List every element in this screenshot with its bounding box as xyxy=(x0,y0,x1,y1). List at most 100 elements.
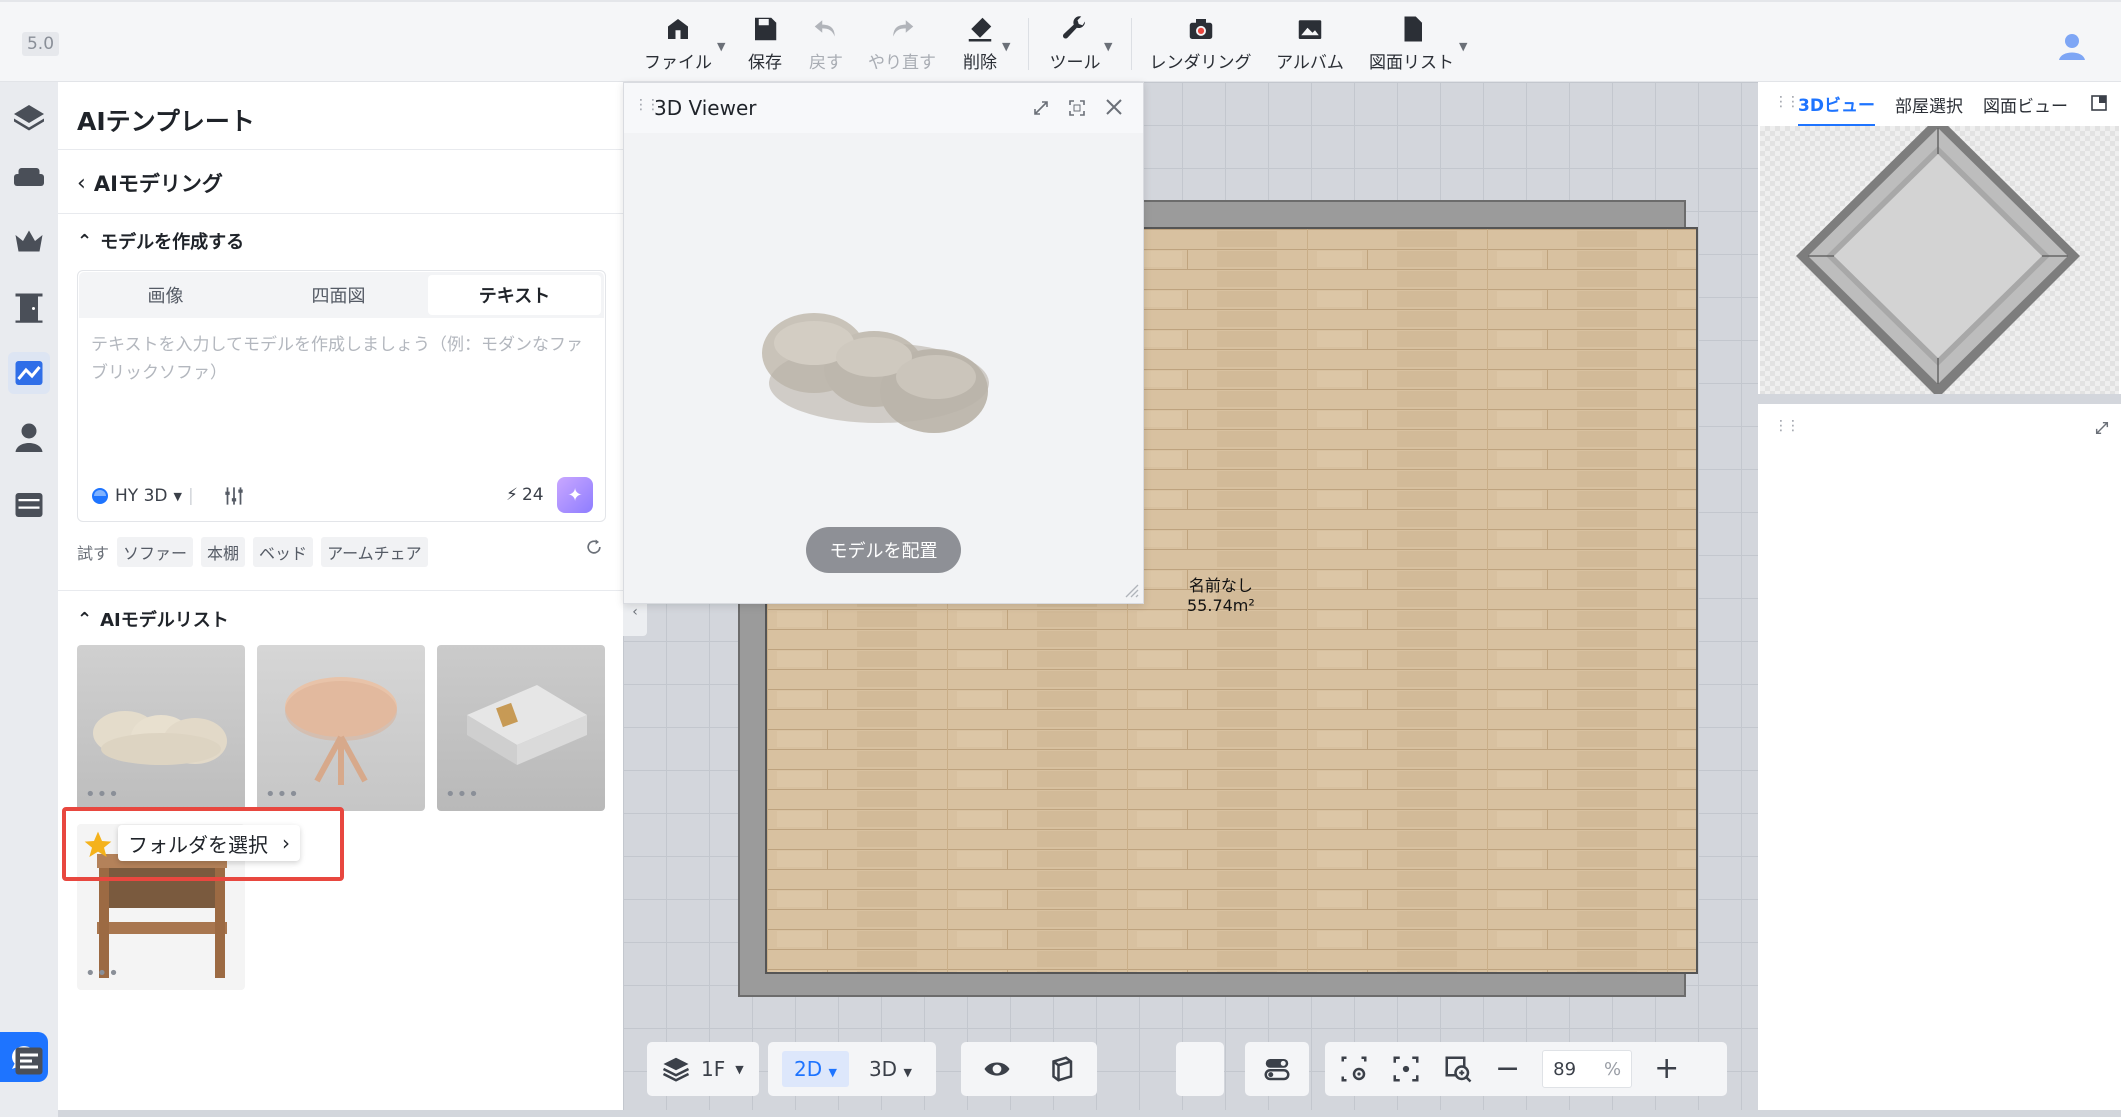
toggle-icon xyxy=(1264,1059,1290,1081)
drawing-list-button[interactable]: 図面リスト xyxy=(1364,14,1459,76)
drawing-list-caret-icon[interactable]: ▼ xyxy=(1459,40,1467,53)
rail-premium-button[interactable] xyxy=(8,220,50,262)
view-mode-toggle: 2D ▼ 3D ▼ xyxy=(768,1042,936,1096)
sofa-icon xyxy=(14,168,44,186)
divider xyxy=(58,213,623,214)
tools-button[interactable]: ツール xyxy=(1040,14,1110,76)
model-list-header[interactable]: ⌃ AIモデルリスト xyxy=(77,606,229,632)
generate-button[interactable]: ✦ xyxy=(557,477,593,513)
properties-panel: ⋮⋮ xyxy=(1758,404,2121,1110)
save-button[interactable]: 保存 xyxy=(735,14,795,76)
create-section-label: モデルを作成する xyxy=(100,232,245,253)
tab-four-view[interactable]: 四面図 xyxy=(252,272,425,318)
refresh-icon[interactable] xyxy=(584,537,604,557)
file-button[interactable]: ファイル xyxy=(643,14,713,76)
3d-minimap[interactable] xyxy=(1760,126,2119,394)
tools-caret-icon[interactable]: ▼ xyxy=(1104,40,1112,53)
model-select[interactable]: HY 3D ▼ | xyxy=(91,486,194,506)
close-icon[interactable] xyxy=(1104,97,1124,117)
redo-button[interactable]: やり直す xyxy=(862,14,942,76)
sofa-3d-preview xyxy=(762,313,989,433)
album-button[interactable]: アルバム xyxy=(1270,14,1350,76)
dock-panel-icon[interactable] xyxy=(2090,94,2108,112)
back-to-ai-modeling[interactable]: ‹ AIモデリング xyxy=(77,168,223,198)
model-thumb-table[interactable]: ••• xyxy=(257,645,425,811)
cube-icon[interactable] xyxy=(1046,1054,1076,1084)
view-2d-button[interactable]: 2D ▼ xyxy=(782,1051,849,1087)
delete-button[interactable]: 削除 xyxy=(950,14,1010,76)
try-chip-bed[interactable]: ベッド xyxy=(253,537,314,567)
person-icon xyxy=(15,423,43,452)
zoom-in-button[interactable]: + xyxy=(1654,1054,1679,1084)
sliders-icon[interactable] xyxy=(221,483,247,509)
fit-view-icon[interactable] xyxy=(1391,1054,1421,1084)
delete-caret-icon[interactable]: ▼ xyxy=(1002,40,1010,53)
tab-3d-view[interactable]: 3Dビュー xyxy=(1798,83,1875,126)
redo-icon xyxy=(893,20,914,37)
viewer-header[interactable]: ⋮⋮ 3D Viewer xyxy=(624,83,1143,133)
view-2d-label: 2D xyxy=(794,1057,823,1081)
tab-drawing-view[interactable]: 図面ビュー xyxy=(1983,92,2068,117)
more-icon[interactable]: ••• xyxy=(85,963,120,984)
top-toolbar: 5.0 ファイル ▼ 保存 戻す やり直す 削除 ▼ ツール ▼ レンダリング … xyxy=(0,0,2121,82)
layers-icon xyxy=(662,1057,690,1082)
zoom-input[interactable]: 89 % xyxy=(1542,1050,1633,1088)
select-folder-label: フォルダを選択 xyxy=(128,832,268,857)
eye-icon[interactable] xyxy=(982,1054,1012,1084)
place-model-button[interactable]: モデルを配置 xyxy=(806,527,961,573)
view-settings-icon[interactable] xyxy=(1339,1054,1369,1084)
zoom-out-button[interactable]: − xyxy=(1495,1054,1520,1084)
model-thumb-sofa[interactable]: ••• xyxy=(77,645,245,811)
view-3d-button[interactable]: 3D ▼ xyxy=(869,1057,912,1081)
credit-count: ⚡ 24 xyxy=(506,485,544,505)
star-icon[interactable] xyxy=(82,829,114,861)
try-chip-armchair[interactable]: アームチェア xyxy=(321,537,428,567)
user-avatar-icon[interactable] xyxy=(2054,28,2090,64)
rail-layout-button[interactable] xyxy=(8,1040,50,1082)
expand-icon[interactable] xyxy=(2094,420,2110,436)
rail-people-button[interactable] xyxy=(8,416,50,458)
ai-template-icon xyxy=(15,361,43,385)
hunyuan-logo-icon xyxy=(92,488,108,504)
file-caret-icon[interactable]: ▼ xyxy=(717,40,725,53)
empty-tool-slot[interactable] xyxy=(1176,1042,1224,1096)
tab-image[interactable]: 画像 xyxy=(79,272,252,318)
rail-ai-button[interactable] xyxy=(8,352,50,394)
select-folder-button[interactable]: フォルダを選択 › xyxy=(118,825,300,861)
model-list-label: AIモデルリスト xyxy=(100,610,229,631)
expand-icon[interactable] xyxy=(1032,99,1050,117)
layers-3d-icon xyxy=(14,105,44,131)
create-section-header[interactable]: ⌃ モデルを作成する xyxy=(77,228,244,254)
rail-floorplan-button[interactable] xyxy=(8,96,50,138)
folder-popup-highlight: フォルダを選択 › xyxy=(62,807,344,881)
resize-handle-icon[interactable] xyxy=(1122,581,1140,599)
tab-room-select[interactable]: 部屋選択 xyxy=(1895,92,1963,117)
undo-label: 戻す xyxy=(809,53,843,73)
zoom-unit: % xyxy=(1604,1058,1622,1080)
drag-handle-icon[interactable]: ⋮⋮ xyxy=(1774,418,1800,434)
zoom-area-icon[interactable] xyxy=(1443,1054,1473,1084)
delete-label: 削除 xyxy=(963,53,997,73)
toolbar-divider xyxy=(1028,18,1029,70)
camera-icon xyxy=(1189,19,1212,39)
more-icon[interactable]: ••• xyxy=(445,784,480,805)
file-label: ファイル xyxy=(644,53,712,73)
prompt-input[interactable] xyxy=(91,331,591,451)
rendering-button[interactable]: レンダリング xyxy=(1148,14,1253,76)
divider xyxy=(58,590,623,591)
rail-door-button[interactable] xyxy=(8,286,50,328)
rail-furniture-button[interactable] xyxy=(8,156,50,198)
floor-selector[interactable]: 1F ▼ xyxy=(647,1042,759,1096)
tab-text[interactable]: テキスト xyxy=(428,275,601,315)
create-model-box: 画像 四面図 テキスト HY 3D ▼ | ⚡ 24 ✦ xyxy=(77,270,606,522)
model-thumb-couch[interactable]: ••• xyxy=(437,645,605,811)
more-icon[interactable]: ••• xyxy=(85,784,120,805)
rail-cabinet-button[interactable] xyxy=(8,484,50,526)
undo-button[interactable]: 戻す xyxy=(796,14,856,76)
more-icon[interactable]: ••• xyxy=(265,784,300,805)
fullscreen-icon[interactable] xyxy=(1068,99,1086,117)
try-chip-bookshelf[interactable]: 本棚 xyxy=(201,537,246,567)
try-chip-sofa[interactable]: ソファー xyxy=(117,537,194,567)
chevron-up-icon: ⌃ xyxy=(77,230,93,252)
toggle-settings-button[interactable] xyxy=(1245,1042,1309,1096)
